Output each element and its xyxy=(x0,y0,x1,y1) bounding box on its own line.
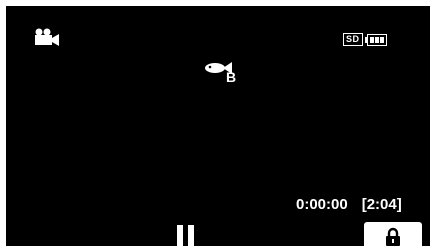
lock-icon xyxy=(386,227,400,246)
video-camera-icon xyxy=(35,28,59,46)
remaining-time: [2:04] xyxy=(361,196,402,213)
lock-button[interactable] xyxy=(364,222,422,246)
time-readout: 0:00:00 [2:04] xyxy=(296,197,402,213)
pause-bar-left xyxy=(177,225,183,246)
scene-mode-letter: B xyxy=(226,69,237,85)
pause-icon[interactable] xyxy=(177,225,195,246)
status-indicators: SD xyxy=(343,33,387,46)
elapsed-time: 0:00:00 xyxy=(296,196,348,213)
pause-bar-right xyxy=(188,225,194,246)
battery-icon xyxy=(364,33,387,46)
sd-card-badge: SD xyxy=(343,33,363,46)
camera-screen: SD B 0:00:00 [2:04] xyxy=(6,6,430,246)
